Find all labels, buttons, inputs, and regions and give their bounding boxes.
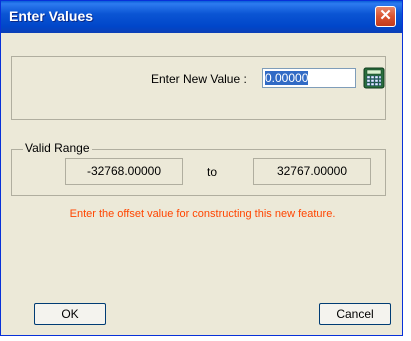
calculator-button[interactable] [363,67,385,89]
valid-range-label: Valid Range [23,141,92,155]
close-button[interactable]: ✕ [375,6,396,27]
range-max-value: 32767.00000 [253,158,371,185]
close-icon: ✕ [379,7,392,24]
range-separator: to [207,165,218,179]
ok-button[interactable]: OK [34,303,106,325]
new-value-text: 0.00000 [265,71,309,85]
value-panel [11,56,386,120]
new-value-label: Enter New Value : [151,72,247,86]
calculator-icon [363,67,385,89]
cancel-button[interactable]: Cancel [319,303,391,325]
new-value-input[interactable]: 0.00000 [262,68,356,88]
window-title: Enter Values [9,8,94,24]
dialog-window: Enter Values ✕ Enter New Value : 0.00000… [0,0,403,336]
range-min-value: -32768.00000 [65,158,183,185]
title-bar[interactable]: Enter Values ✕ [1,1,402,33]
hint-text: Enter the offset value for constructing … [69,208,336,220]
